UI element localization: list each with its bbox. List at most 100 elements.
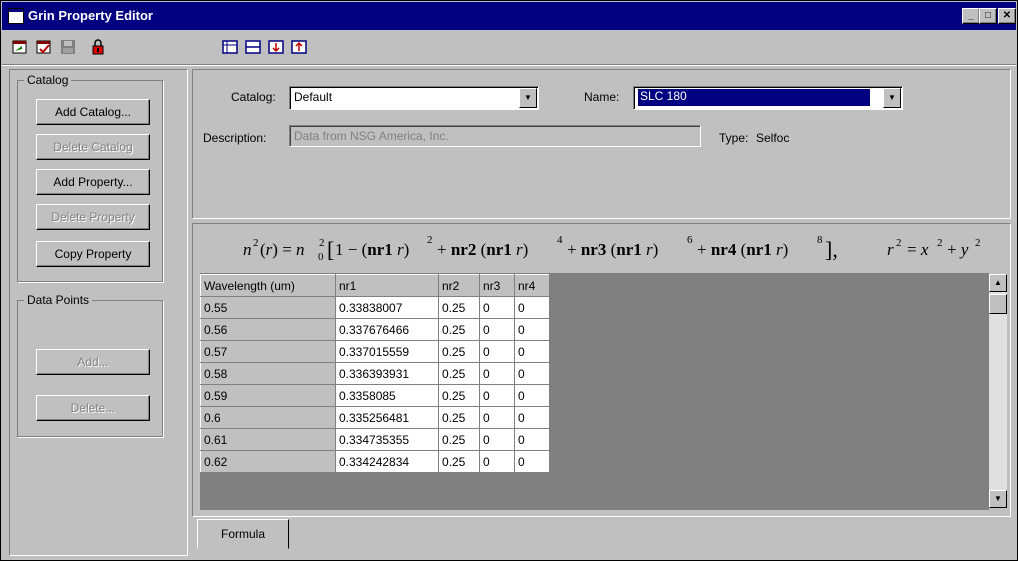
nr3-cell[interactable]: 0	[479, 450, 515, 473]
delete-data-point-button[interactable]: Delete...	[36, 395, 150, 421]
tab-formula[interactable]: Formula	[197, 519, 289, 549]
nr1-cell[interactable]: 0.336393931	[335, 362, 439, 385]
insert-row-icon[interactable]	[222, 39, 238, 55]
nr3-cell[interactable]: 0	[479, 362, 515, 385]
delete-property-button[interactable]: Delete Property	[36, 204, 150, 230]
type-value: Selfoc	[756, 131, 790, 145]
grin-formula: n 2 (r) = n 2 0 [ 1 − (nr1 r) 2 + nr2 (n…	[201, 229, 1007, 269]
name-select[interactable]: SLC 180 ▼	[633, 86, 903, 110]
column-header-nr1[interactable]: nr1	[335, 274, 439, 297]
nr1-cell[interactable]: 0.334735355	[335, 428, 439, 451]
add-property-button[interactable]: Add Property...	[36, 169, 150, 195]
nr1-cell[interactable]: 0.3358085	[335, 384, 439, 407]
svg-text:2: 2	[975, 237, 981, 249]
column-header-nr4[interactable]: nr4	[514, 274, 550, 297]
wavelength-cell[interactable]: 0.62	[200, 450, 336, 473]
wavelength-cell[interactable]: 0.59	[200, 384, 336, 407]
move-up-icon[interactable]	[291, 39, 307, 55]
nr2-cell[interactable]: 0.25	[438, 318, 480, 341]
scrollbar-thumb[interactable]	[989, 294, 1007, 314]
chevron-down-icon[interactable]: ▼	[883, 88, 901, 108]
chevron-down-icon[interactable]: ▼	[519, 88, 537, 108]
nr1-cell[interactable]: 0.335256481	[335, 406, 439, 429]
svg-text:2: 2	[896, 237, 902, 249]
column-header-wavelength[interactable]: Wavelength (um)	[200, 274, 336, 297]
nr4-cell[interactable]: 0	[514, 384, 550, 407]
nr4-cell[interactable]: 0	[514, 296, 550, 319]
nr2-cell[interactable]: 0.25	[438, 406, 480, 429]
nr2-cell[interactable]: 0.25	[438, 296, 480, 319]
nr1-cell[interactable]: 0.33838007	[335, 296, 439, 319]
nr3-cell[interactable]: 0	[479, 296, 515, 319]
data-points-legend: Data Points	[24, 293, 93, 307]
table-row[interactable]: 0.58 0.336393931 0.25 0 0	[200, 362, 550, 385]
nr2-cell[interactable]: 0.25	[438, 450, 480, 473]
add-catalog-button[interactable]: Add Catalog...	[36, 99, 150, 125]
svg-text:2: 2	[427, 234, 433, 246]
nr4-cell[interactable]: 0	[514, 406, 550, 429]
table-row[interactable]: 0.6 0.335256481 0.25 0 0	[200, 406, 550, 429]
nr1-cell[interactable]: 0.334242834	[335, 450, 439, 473]
nr3-cell[interactable]: 0	[479, 406, 515, 429]
table-row[interactable]: 0.61 0.334735355 0.25 0 0	[200, 428, 550, 451]
table-row[interactable]: 0.57 0.337015559 0.25 0 0	[200, 340, 550, 363]
lock-icon[interactable]	[90, 39, 106, 55]
nr3-cell[interactable]: 0	[479, 340, 515, 363]
wavelength-cell[interactable]: 0.58	[200, 362, 336, 385]
table-row[interactable]: 0.56 0.337676466 0.25 0 0	[200, 318, 550, 341]
catalog-select[interactable]: Default ▼	[289, 86, 539, 110]
edit-catalog-icon[interactable]	[36, 39, 52, 55]
wavelength-cell[interactable]: 0.55	[200, 296, 336, 319]
wavelength-cell[interactable]: 0.6	[200, 406, 336, 429]
nr3-cell[interactable]: 0	[479, 428, 515, 451]
open-catalog-icon[interactable]	[12, 39, 28, 55]
nr4-cell[interactable]: 0	[514, 428, 550, 451]
nr3-cell[interactable]: 0	[479, 318, 515, 341]
maximize-button[interactable]: □	[979, 8, 997, 24]
column-header-nr3[interactable]: nr3	[479, 274, 515, 297]
toolbar	[2, 31, 1016, 63]
delete-catalog-button[interactable]: Delete Catalog	[36, 134, 150, 160]
add-data-point-button[interactable]: Add...	[36, 349, 150, 375]
nr4-cell[interactable]: 0	[514, 362, 550, 385]
catalog-select-value: Default	[294, 90, 333, 104]
table-header-row: Wavelength (um) nr1 nr2 nr3 nr4	[200, 274, 550, 297]
nr3-cell[interactable]: 0	[479, 384, 515, 407]
table-row[interactable]: 0.55 0.33838007 0.25 0 0	[200, 296, 550, 319]
save-icon[interactable]	[60, 39, 76, 55]
close-button[interactable]: ✕	[998, 8, 1016, 24]
wavelength-cell[interactable]: 0.61	[200, 428, 336, 451]
catalog-legend: Catalog	[24, 73, 72, 87]
copy-property-button[interactable]: Copy Property	[36, 241, 150, 267]
column-header-nr2[interactable]: nr2	[438, 274, 480, 297]
title-bar[interactable]: Grin Property Editor _ □ ✕	[2, 2, 1016, 30]
wavelength-cell[interactable]: 0.56	[200, 318, 336, 341]
nr2-cell[interactable]: 0.25	[438, 340, 480, 363]
svg-text:],: ],	[825, 237, 838, 262]
svg-text:2: 2	[937, 237, 943, 249]
move-down-icon[interactable]	[268, 39, 284, 55]
nr2-cell[interactable]: 0.25	[438, 428, 480, 451]
delete-row-icon[interactable]	[245, 39, 261, 55]
nr1-cell[interactable]: 0.337015559	[335, 340, 439, 363]
svg-text:+ nr3 (nr1 r): + nr3 (nr1 r)	[567, 240, 658, 259]
svg-text:1 − (nr1 r): 1 − (nr1 r)	[335, 240, 409, 259]
scroll-up-icon[interactable]: ▲	[989, 274, 1007, 292]
nr4-cell[interactable]: 0	[514, 318, 550, 341]
nr2-cell[interactable]: 0.25	[438, 362, 480, 385]
property-data-table: Wavelength (um) nr1 nr2 nr3 nr4 0.55 0.3…	[200, 274, 550, 473]
description-field: Data from NSG America, Inc.	[289, 125, 701, 147]
nr4-cell[interactable]: 0	[514, 450, 550, 473]
svg-text:2: 2	[253, 237, 259, 249]
table-row[interactable]: 0.62 0.334242834 0.25 0 0	[200, 450, 550, 473]
nr1-cell[interactable]: 0.337676466	[335, 318, 439, 341]
properties-panel: Catalog: Default ▼ Name: SLC 180 ▼ Descr…	[192, 69, 1011, 219]
nr4-cell[interactable]: 0	[514, 340, 550, 363]
nr2-cell[interactable]: 0.25	[438, 384, 480, 407]
wavelength-cell[interactable]: 0.57	[200, 340, 336, 363]
minimize-button[interactable]: _	[962, 8, 980, 24]
vertical-scrollbar[interactable]: ▲ ▼	[989, 274, 1007, 508]
table-row[interactable]: 0.59 0.3358085 0.25 0 0	[200, 384, 550, 407]
scroll-down-icon[interactable]: ▼	[989, 490, 1007, 508]
formula-equation: n 2 (r) = n 2 0 [ 1 − (nr1 r) 2 + nr2 (n…	[243, 234, 981, 263]
